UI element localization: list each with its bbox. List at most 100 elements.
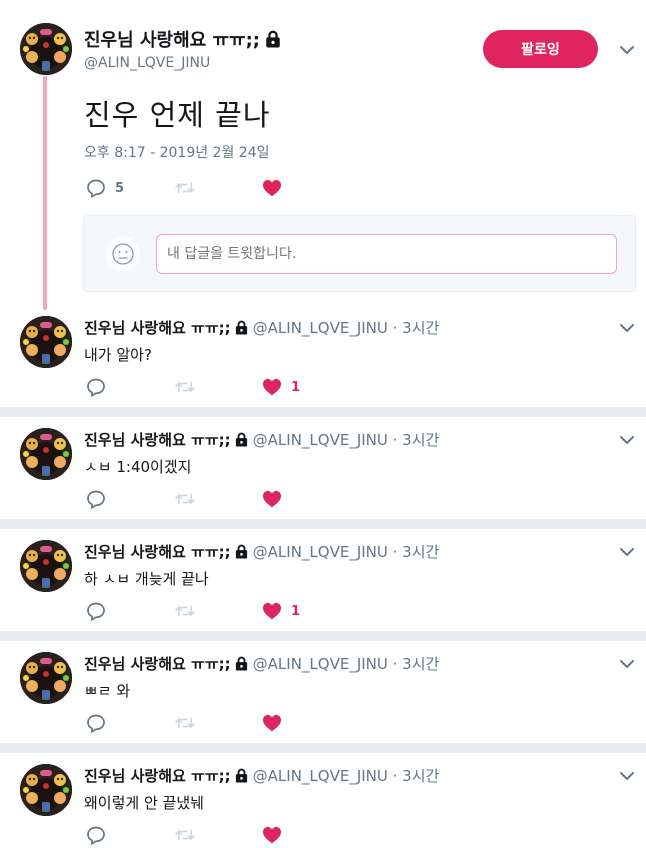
tweet-header: 진우님 사랑해요 ㅠㅠ;; @ALIN_LQVE_JINU · 3시간 (84, 765, 439, 786)
like-button[interactable]: 1 (262, 378, 300, 396)
chevron-down-icon[interactable] (619, 771, 635, 781)
retweet-button[interactable] (174, 490, 262, 508)
tweet-actions: 1 (86, 377, 300, 397)
reply-icon (86, 713, 106, 733)
like-count: 1 (291, 603, 301, 619)
retweet-button[interactable] (174, 602, 262, 620)
following-button[interactable]: 팔로잉 (483, 30, 598, 68)
reply-button[interactable] (86, 377, 174, 397)
display-name[interactable]: 진우님 사랑해요 ㅠㅠ;; (84, 26, 282, 52)
reply-icon (86, 377, 106, 397)
tweet-header: 진우님 사랑해요 ㅠㅠ;; @ALIN_LQVE_JINU · 3시간 (84, 429, 439, 450)
chevron-down-icon[interactable] (619, 659, 635, 669)
handle-and-time[interactable]: @ALIN_LQVE_JINU · 3시간 (253, 653, 440, 674)
display-name[interactable]: 진우님 사랑해요 ㅠㅠ;; (84, 541, 231, 562)
heart-icon (262, 714, 282, 732)
retweet-icon (174, 179, 196, 197)
lock-icon (234, 656, 249, 671)
tweet-actions (86, 489, 291, 509)
reply-count: 5 (115, 180, 125, 196)
display-name-text: 진우님 사랑해요 ㅠㅠ;; (84, 30, 260, 51)
lock-icon (234, 544, 249, 559)
tweet-header: 진우님 사랑해요 ㅠㅠ;; @ALIN_LQVE_JINU · 3시간 (84, 317, 439, 338)
like-button[interactable] (262, 490, 291, 508)
chevron-down-icon[interactable] (619, 547, 635, 557)
lock-icon (234, 768, 249, 783)
tweet-text: 진우 언제 끝나 (84, 98, 271, 132)
retweet-icon (174, 490, 196, 508)
tweet-timestamp[interactable]: 오후 8:17 - 2019년 2월 24일 (84, 142, 270, 162)
tweet-text: 하 ㅅㅂ 개늦게 끝나 (84, 570, 209, 588)
chevron-down-icon[interactable] (619, 435, 635, 445)
user-avatar-placeholder (106, 237, 140, 271)
reply-button[interactable] (86, 825, 174, 845)
heart-icon (262, 826, 282, 844)
reply-tweet[interactable]: 진우님 사랑해요 ㅠㅠ;; @ALIN_LQVE_JINU · 3시간내가 알아?… (0, 305, 646, 417)
retweet-icon (174, 826, 196, 844)
handle-and-time[interactable]: @ALIN_LQVE_JINU · 3시간 (253, 541, 440, 562)
user-handle[interactable]: @ALIN_LQVE_JINU (84, 55, 210, 71)
tweet-text: ㅃㄹ 와 (84, 682, 131, 700)
lock-icon (264, 30, 282, 48)
display-name[interactable]: 진우님 사랑해요 ㅠㅠ;; (84, 653, 231, 674)
reply-icon (86, 489, 106, 509)
reply-composer (83, 215, 636, 292)
retweet-button[interactable] (174, 714, 262, 732)
reply-icon (86, 178, 106, 198)
chevron-down-icon[interactable] (619, 323, 635, 333)
avatar[interactable] (20, 540, 72, 592)
handle-and-time[interactable]: @ALIN_LQVE_JINU · 3시간 (253, 317, 440, 338)
avatar[interactable] (20, 764, 72, 816)
main-tweet: 진우님 사랑해요 ㅠㅠ;; @ALIN_LQVE_JINU 팔로잉 진우 언제 … (0, 0, 646, 310)
reply-tweet[interactable]: 진우님 사랑해요 ㅠㅠ;; @ALIN_LQVE_JINU · 3시간 ㅅㅂ 1:4… (0, 417, 646, 529)
reply-button[interactable] (86, 489, 174, 509)
retweet-button[interactable] (174, 378, 262, 396)
thread-line (43, 76, 47, 310)
tweet-actions: 5 (86, 178, 282, 198)
reply-tweet[interactable]: 진우님 사랑해요 ㅠㅠ;; @ALIN_LQVE_JINU · 3시간왜이렇게 안… (0, 753, 646, 848)
avatar[interactable] (20, 428, 72, 480)
heart-icon (262, 490, 282, 508)
heart-icon (262, 179, 282, 197)
tweet-header: 진우님 사랑해요 ㅠㅠ;; @ALIN_LQVE_JINU · 3시간 (84, 653, 439, 674)
like-button[interactable] (262, 714, 291, 732)
like-button[interactable] (262, 179, 282, 197)
reply-button[interactable] (86, 713, 174, 733)
display-name[interactable]: 진우님 사랑해요 ㅠㅠ;; (84, 317, 231, 338)
reply-icon (86, 825, 106, 845)
display-name[interactable]: 진우님 사랑해요 ㅠㅠ;; (84, 765, 231, 786)
reply-input[interactable] (156, 234, 617, 274)
chevron-down-icon[interactable] (619, 45, 635, 55)
tweet-actions (86, 713, 291, 733)
reply-button[interactable] (86, 601, 174, 621)
avatar[interactable] (20, 316, 72, 368)
heart-icon (262, 378, 282, 396)
reply-tweet[interactable]: 진우님 사랑해요 ㅠㅠ;; @ALIN_LQVE_JINU · 3시간하 ㅅㅂ 개… (0, 529, 646, 641)
retweet-icon (174, 714, 196, 732)
reply-icon (86, 601, 106, 621)
tweet-text: 내가 알아? (84, 346, 152, 364)
heart-icon (262, 602, 282, 620)
avatar[interactable] (20, 23, 72, 75)
handle-and-time[interactable]: @ALIN_LQVE_JINU · 3시간 (253, 765, 440, 786)
tweet-header: 진우님 사랑해요 ㅠㅠ;; @ALIN_LQVE_JINU · 3시간 (84, 541, 439, 562)
like-button[interactable]: 1 (262, 602, 300, 620)
lock-icon (234, 320, 249, 335)
tweet-text: 왜이렇게 안 끝냈눼 (84, 794, 204, 812)
reply-tweet[interactable]: 진우님 사랑해요 ㅠㅠ;; @ALIN_LQVE_JINU · 3시간 ㅃㄹ 와 (0, 641, 646, 753)
tweet-text: ㅅㅂ 1:40이겠지 (84, 458, 192, 476)
reply-button[interactable]: 5 (86, 178, 174, 198)
retweet-icon (174, 602, 196, 620)
retweet-button[interactable] (174, 826, 262, 844)
handle-and-time[interactable]: @ALIN_LQVE_JINU · 3시간 (253, 429, 440, 450)
retweet-button[interactable] (174, 179, 262, 197)
avatar[interactable] (20, 652, 72, 704)
tweet-actions (86, 825, 291, 845)
lock-icon (234, 432, 249, 447)
display-name[interactable]: 진우님 사랑해요 ㅠㅠ;; (84, 429, 231, 450)
face-icon (112, 243, 134, 265)
like-count: 1 (291, 379, 301, 395)
tweet-actions: 1 (86, 601, 300, 621)
retweet-icon (174, 378, 196, 396)
like-button[interactable] (262, 826, 291, 844)
